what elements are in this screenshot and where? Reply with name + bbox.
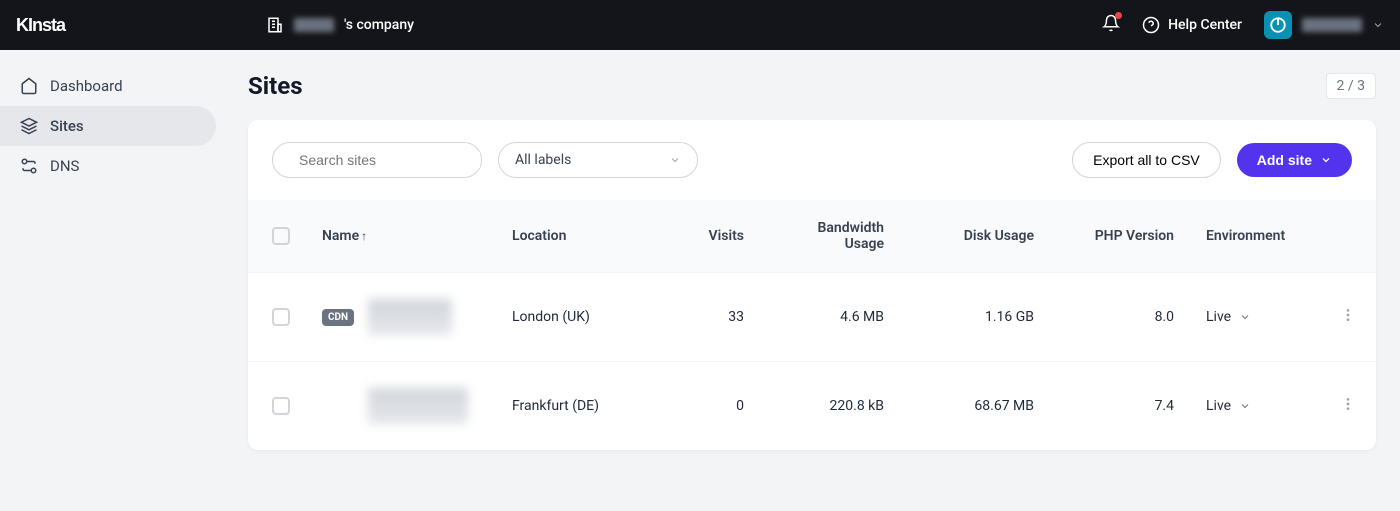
top-header: KInsta 's company Help Center xyxy=(0,0,1400,50)
sidebar-item-sites[interactable]: Sites xyxy=(0,106,216,146)
help-center-link[interactable]: Help Center xyxy=(1142,16,1242,34)
svg-text:KInsta: KInsta xyxy=(16,15,67,35)
help-icon xyxy=(1142,16,1160,34)
sidebar-item-label: DNS xyxy=(50,157,79,175)
cell-disk: 1.16 GB xyxy=(900,273,1050,362)
cell-location: London (UK) xyxy=(496,273,664,362)
help-center-label: Help Center xyxy=(1168,17,1242,33)
building-icon xyxy=(266,16,284,34)
company-name-redacted xyxy=(294,18,334,32)
company-selector[interactable]: 's company xyxy=(266,16,414,34)
cell-php: 7.4 xyxy=(1050,362,1190,451)
column-header-location[interactable]: Location xyxy=(496,200,664,273)
add-site-button[interactable]: Add site xyxy=(1237,143,1352,177)
column-header-bandwidth[interactable]: Bandwidth Usage xyxy=(760,200,900,273)
avatar xyxy=(1264,11,1292,39)
page-title: Sites xyxy=(248,72,303,100)
dns-icon xyxy=(20,157,38,175)
user-menu[interactable] xyxy=(1264,11,1384,39)
export-csv-button[interactable]: Export all to CSV xyxy=(1072,142,1221,178)
column-header-name[interactable]: Name↑ xyxy=(306,200,496,273)
chevron-down-icon xyxy=(1239,311,1251,323)
cdn-badge: CDN xyxy=(322,309,354,326)
cell-visits: 0 xyxy=(664,362,760,451)
sites-card: All labels Export all to CSV Add site Na… xyxy=(248,120,1376,450)
environment-select[interactable]: Live xyxy=(1206,398,1304,414)
chevron-down-icon xyxy=(1239,400,1251,412)
kinsta-logo[interactable]: KInsta xyxy=(16,15,106,35)
cell-bandwidth: 4.6 MB xyxy=(760,273,900,362)
environment-select[interactable]: Live xyxy=(1206,309,1304,325)
sidebar: Dashboard Sites DNS xyxy=(0,50,224,474)
cell-php: 8.0 xyxy=(1050,273,1190,362)
column-header-php[interactable]: PHP Version xyxy=(1050,200,1190,273)
sites-table: Name↑ Location Visits Bandwidth Usage Di… xyxy=(248,200,1376,450)
chevron-down-icon xyxy=(1320,154,1332,166)
row-checkbox[interactable] xyxy=(272,308,290,326)
search-input[interactable] xyxy=(299,152,480,168)
sort-ascending-icon: ↑ xyxy=(361,229,367,243)
site-name-redacted xyxy=(368,299,452,335)
company-suffix: 's company xyxy=(344,17,414,33)
chevron-down-icon xyxy=(1372,19,1384,31)
sidebar-item-label: Sites xyxy=(50,117,84,135)
labels-filter-value: All labels xyxy=(515,152,571,168)
user-name-redacted xyxy=(1302,18,1362,32)
sidebar-item-label: Dashboard xyxy=(50,77,123,95)
column-header-disk[interactable]: Disk Usage xyxy=(900,200,1050,273)
row-actions-button[interactable] xyxy=(1336,392,1360,420)
column-header-visits[interactable]: Visits xyxy=(664,200,760,273)
sidebar-item-dns[interactable]: DNS xyxy=(0,146,216,186)
table-row[interactable]: Frankfurt (DE) 0 220.8 kB 68.67 MB 7.4 L… xyxy=(248,362,1376,451)
cell-bandwidth: 220.8 kB xyxy=(760,362,900,451)
cell-visits: 33 xyxy=(664,273,760,362)
site-counter: 2 / 3 xyxy=(1326,73,1376,99)
select-all-checkbox[interactable] xyxy=(272,227,290,245)
add-site-label: Add site xyxy=(1257,152,1312,168)
row-checkbox[interactable] xyxy=(272,397,290,415)
notification-dot-icon xyxy=(1115,12,1122,19)
home-icon xyxy=(20,77,38,95)
cell-disk: 68.67 MB xyxy=(900,362,1050,451)
sidebar-item-dashboard[interactable]: Dashboard xyxy=(0,66,216,106)
cell-location: Frankfurt (DE) xyxy=(496,362,664,451)
labels-filter[interactable]: All labels xyxy=(498,142,698,178)
chevron-down-icon xyxy=(669,154,681,166)
layers-icon xyxy=(20,117,38,135)
search-input-wrap[interactable] xyxy=(272,142,482,178)
column-header-environment[interactable]: Environment xyxy=(1190,200,1320,273)
row-actions-button[interactable] xyxy=(1336,303,1360,331)
notifications-button[interactable] xyxy=(1102,14,1120,36)
table-row[interactable]: CDN London (UK) 33 4.6 MB 1.16 GB 8.0 Li… xyxy=(248,273,1376,362)
site-name-redacted xyxy=(368,388,468,424)
